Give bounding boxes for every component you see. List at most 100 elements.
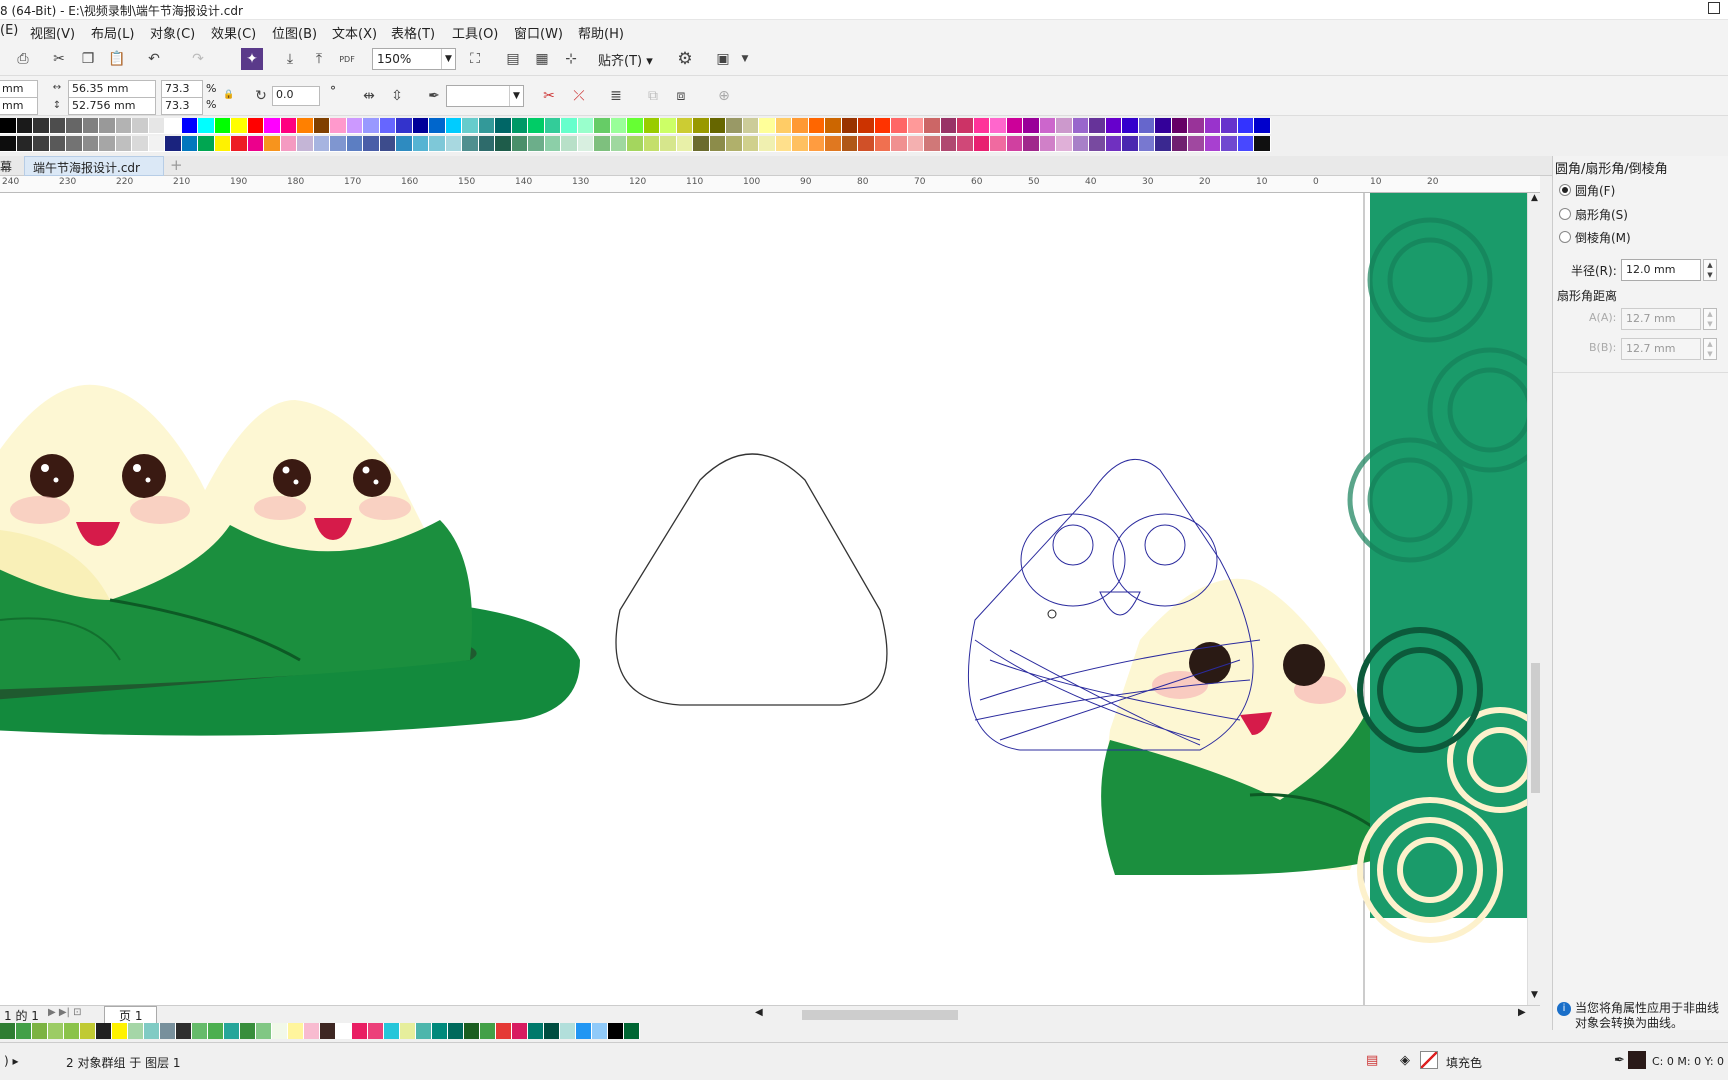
color-swatch[interactable] [336, 1023, 352, 1039]
rulers-icon[interactable]: ▤ [502, 48, 524, 70]
document-tab[interactable]: 端午节海报设计.cdr [24, 156, 164, 176]
menu-effects[interactable]: 效果(C) [211, 23, 256, 42]
a-distance-field[interactable]: 12.7 mm [1621, 308, 1701, 330]
color-swatch[interactable] [32, 1023, 48, 1039]
color-swatch[interactable] [363, 136, 380, 152]
color-swatch[interactable] [624, 1023, 640, 1039]
color-swatch[interactable] [132, 136, 149, 152]
color-swatch[interactable] [264, 136, 281, 152]
color-swatch[interactable] [432, 1023, 448, 1039]
color-swatch[interactable] [858, 136, 875, 152]
color-swatch[interactable] [560, 1023, 576, 1039]
color-swatch[interactable] [792, 136, 809, 152]
color-swatch[interactable] [99, 118, 116, 134]
color-swatch[interactable] [247, 136, 264, 152]
color-swatch[interactable] [224, 1023, 240, 1039]
color-swatch[interactable] [464, 1023, 480, 1039]
color-swatch[interactable] [841, 136, 858, 152]
menu-tools[interactable]: 工具(O) [452, 23, 498, 42]
color-swatch[interactable] [841, 118, 858, 134]
color-swatch[interactable] [990, 136, 1007, 152]
color-swatch[interactable] [429, 118, 446, 134]
color-swatch[interactable] [384, 1023, 400, 1039]
color-swatch[interactable] [594, 118, 611, 134]
color-swatch[interactable] [825, 136, 842, 152]
color-swatch[interactable] [495, 136, 512, 152]
color-swatch[interactable] [808, 118, 825, 134]
color-swatch[interactable] [272, 1023, 288, 1039]
scale-x-field[interactable]: 73.3 [161, 80, 203, 98]
color-swatch[interactable] [495, 118, 512, 134]
add-icon[interactable]: ⊕ [713, 85, 735, 107]
color-swatch[interactable] [1188, 118, 1205, 134]
color-swatch[interactable] [320, 1023, 336, 1039]
color-swatch[interactable] [0, 136, 17, 152]
color-swatch[interactable] [924, 118, 941, 134]
redo-icon[interactable]: ↷ [187, 48, 209, 70]
color-swatch[interactable] [264, 118, 281, 134]
color-swatch[interactable] [940, 136, 957, 152]
color-swatch[interactable] [112, 1023, 128, 1039]
scroll-left-icon[interactable]: ◀ [755, 1007, 763, 1018]
color-swatch[interactable] [462, 118, 479, 134]
vertical-scrollbar[interactable]: ▲ ▼ [1527, 193, 1542, 1005]
pdf-icon[interactable]: PDF [336, 48, 358, 70]
color-swatch[interactable] [330, 136, 347, 152]
y-position-field[interactable]: mm [0, 97, 38, 115]
copy-icon[interactable]: ❐ [77, 48, 99, 70]
color-swatch[interactable] [231, 118, 248, 134]
color-swatch[interactable] [940, 118, 957, 134]
color-swatch[interactable] [742, 136, 759, 152]
color-swatch[interactable] [256, 1023, 272, 1039]
color-swatch[interactable] [231, 136, 248, 152]
trim-icon[interactable]: ⧈ [670, 85, 692, 107]
color-swatch[interactable] [726, 136, 743, 152]
color-swatch[interactable] [709, 118, 726, 134]
color-swatch[interactable] [448, 1023, 464, 1039]
horizontal-ruler[interactable]: 240 230 220 210 190 180 170 160 150 140 130 120 110 1… [0, 176, 1540, 193]
color-swatch[interactable] [1138, 136, 1155, 152]
print-icon[interactable]: ⎙ [12, 48, 34, 70]
export-icon[interactable]: ⤒ [308, 48, 330, 70]
color-swatch[interactable] [144, 1023, 160, 1039]
color-swatch[interactable] [412, 136, 429, 152]
full-screen-icon[interactable]: ⛶ [464, 48, 486, 70]
zoom-combo[interactable]: 150% ▼ [372, 48, 456, 70]
color-swatch[interactable] [973, 136, 990, 152]
color-swatch[interactable] [676, 118, 693, 134]
page-tab[interactable]: 页 1 [104, 1006, 158, 1024]
color-swatch[interactable] [1023, 136, 1040, 152]
color-swatch[interactable] [379, 136, 396, 152]
mirror-horizontal-icon[interactable]: ⇹ [358, 85, 380, 107]
scale-y-field[interactable]: 73.3 [161, 97, 203, 115]
color-swatch[interactable] [16, 136, 33, 152]
color-swatch[interactable] [1072, 136, 1089, 152]
color-swatch[interactable] [478, 136, 495, 152]
color-swatch[interactable] [775, 118, 792, 134]
color-swatch[interactable] [693, 118, 710, 134]
color-swatch[interactable] [66, 136, 83, 152]
color-swatch[interactable] [48, 1023, 64, 1039]
color-swatch[interactable] [874, 118, 891, 134]
menu-table[interactable]: 表格(T) [391, 23, 435, 42]
color-swatch[interactable] [610, 136, 627, 152]
outline-pen-icon[interactable]: ✒ [423, 85, 445, 107]
color-swatch[interactable] [709, 136, 726, 152]
color-swatch[interactable] [160, 1023, 176, 1039]
radius-field[interactable]: 12.0 mm [1621, 259, 1701, 281]
color-swatch[interactable] [288, 1023, 304, 1039]
color-swatch[interactable] [1056, 118, 1073, 134]
color-swatch[interactable] [165, 136, 182, 152]
color-swatch[interactable] [759, 136, 776, 152]
color-swatch[interactable] [280, 118, 297, 134]
status-expand-icon[interactable]: ) ▸ [4, 1054, 19, 1068]
color-swatch[interactable] [445, 118, 462, 134]
color-swatch[interactable] [247, 118, 264, 134]
menu-help[interactable]: 帮助(H) [578, 23, 624, 42]
color-swatch[interactable] [82, 136, 99, 152]
color-swatch[interactable] [544, 136, 561, 152]
color-swatch[interactable] [379, 118, 396, 134]
import-icon[interactable]: ⤓ [279, 48, 301, 70]
color-swatch[interactable] [891, 118, 908, 134]
color-swatch[interactable] [0, 118, 17, 134]
